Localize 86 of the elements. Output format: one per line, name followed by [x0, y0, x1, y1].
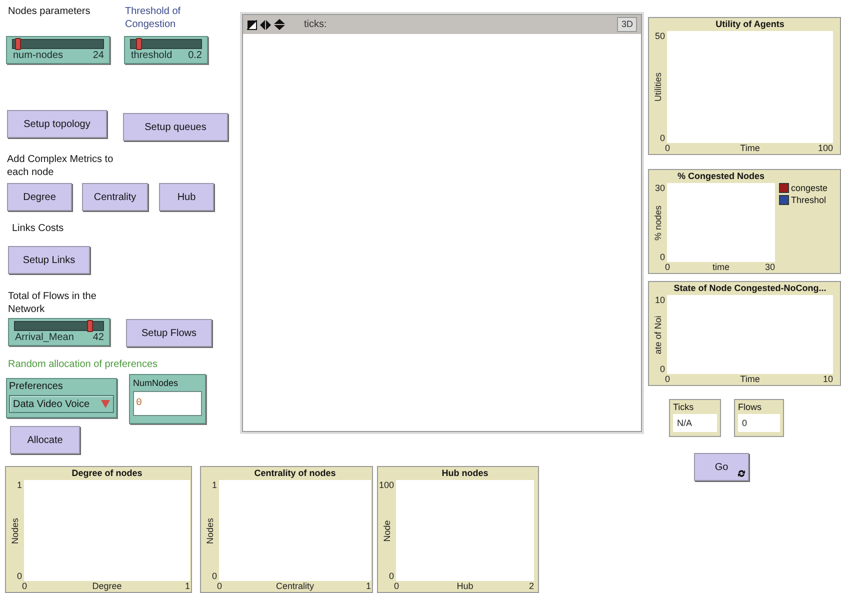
- axis-label: Centrality: [276, 581, 314, 591]
- axis-max-label: 1: [184, 581, 190, 591]
- axis-max-label: 10: [822, 374, 833, 384]
- axis-max-label: 1: [16, 480, 22, 490]
- command-button[interactable]: Setup queues: [123, 113, 228, 141]
- monitor-value: 0: [738, 414, 780, 432]
- axis-max-label: 30: [764, 262, 775, 272]
- slider-label: threshold: [131, 50, 172, 62]
- plot-title: Degree of nodes: [72, 467, 142, 480]
- axis-max-label: 50: [654, 31, 665, 41]
- axis-min-label: 0: [660, 252, 665, 262]
- axis-label: Utilities: [653, 72, 663, 102]
- axis-label: Time: [740, 143, 760, 153]
- axis-label: % nodes: [653, 204, 663, 240]
- axis-min-label: 0: [212, 571, 217, 581]
- slider-thumb[interactable]: [86, 320, 93, 332]
- axis-max-label: 1: [212, 480, 217, 490]
- axis-max-label: 100: [378, 480, 394, 490]
- chooser-label: Preferences: [9, 381, 64, 393]
- command-button[interactable]: Setup Flows: [126, 319, 212, 347]
- axis-label: Hub: [456, 581, 474, 591]
- note-text: Links Costs: [12, 222, 65, 235]
- command-button[interactable]: Setup topology: [7, 110, 107, 138]
- note-text: Nodes parameters: [8, 5, 92, 18]
- axis-max-label: 1: [366, 581, 371, 591]
- slider[interactable]: Arrival_Mean 42: [8, 318, 110, 346]
- input-label: NumNodes: [133, 377, 180, 389]
- dropdown-arrow-icon: [101, 400, 110, 408]
- ticks-label: ticks:: [304, 18, 327, 32]
- resize-icon: [247, 20, 257, 30]
- left-right-arrows-icon: [260, 20, 271, 30]
- note-text: Random allocation of preferences: [8, 358, 159, 371]
- command-button[interactable]: Degree: [7, 183, 72, 211]
- axis-label: Degree: [92, 581, 122, 591]
- slider-value: 24: [92, 50, 104, 62]
- legend-label: congeste: [791, 183, 828, 193]
- axis-min-label: 0: [665, 374, 670, 384]
- note-text: Add Complex Metrics to each node: [7, 153, 114, 179]
- plot-title: Hub nodes: [442, 467, 488, 480]
- monitor-label: Flows: [738, 401, 763, 413]
- command-button[interactable]: Go: [694, 453, 749, 481]
- axis-max-label: 30: [654, 183, 665, 193]
- monitor-label: Ticks: [673, 401, 695, 413]
- axis-label: ate of Noi: [653, 315, 663, 354]
- axis-label: Time: [740, 374, 760, 384]
- legend-label: Threshol: [791, 195, 826, 205]
- axis-min-label: 0: [660, 133, 665, 143]
- command-button[interactable]: Centrality: [82, 183, 148, 211]
- chooser[interactable]: Preferences Data Video Voice: [6, 378, 117, 418]
- axis-min-label: 0: [394, 581, 400, 591]
- axis-min-label: 0: [388, 571, 394, 581]
- chooser-dropdown[interactable]: Data Video Voice: [9, 395, 114, 413]
- monitor-value: N/A: [673, 414, 717, 432]
- axis-min-label: 0: [665, 262, 670, 272]
- note-text: Threshold of Congestion: [125, 5, 182, 31]
- slider-thumb[interactable]: [136, 38, 142, 50]
- command-button[interactable]: Setup Links: [8, 246, 90, 274]
- axis-min-label: 0: [217, 581, 222, 591]
- axis-min-label: 0: [660, 364, 665, 374]
- axis-max-label: 10: [654, 295, 665, 305]
- plot-title: % Congested Nodes: [678, 170, 764, 183]
- command-button[interactable]: Allocate: [10, 426, 80, 454]
- slider[interactable]: threshold 0.2: [124, 36, 208, 64]
- axis-label: Node: [382, 520, 392, 542]
- axis-min-label: 0: [16, 571, 22, 581]
- plot-title: State of Node Congested-NoCong...: [674, 282, 826, 295]
- 3d-button[interactable]: 3D: [617, 17, 637, 32]
- up-down-arrows-icon: [274, 19, 285, 30]
- axis-label: Nodes: [10, 518, 20, 544]
- axis-max-label: 2: [528, 581, 534, 591]
- plot-title: Utility of Agents: [716, 18, 784, 31]
- slider-label: num-nodes: [13, 50, 64, 62]
- axis-label: time: [712, 262, 730, 272]
- note-text: Total of Flows in the Network: [8, 290, 98, 316]
- axis-label: Nodes: [205, 518, 215, 544]
- slider[interactable]: num-nodes 24: [6, 36, 110, 64]
- slider-value: 0.2: [188, 50, 202, 62]
- input-field[interactable]: 0: [133, 391, 202, 416]
- plot-title: Centrality of nodes: [254, 467, 336, 480]
- command-button[interactable]: Hub: [159, 183, 214, 211]
- slider-value: 42: [92, 332, 104, 344]
- axis-max-label: 100: [818, 143, 833, 153]
- slider-label: Arrival_Mean: [15, 332, 74, 344]
- slider-thumb[interactable]: [14, 38, 20, 50]
- axis-min-label: 0: [22, 581, 28, 591]
- axis-min-label: 0: [665, 143, 670, 153]
